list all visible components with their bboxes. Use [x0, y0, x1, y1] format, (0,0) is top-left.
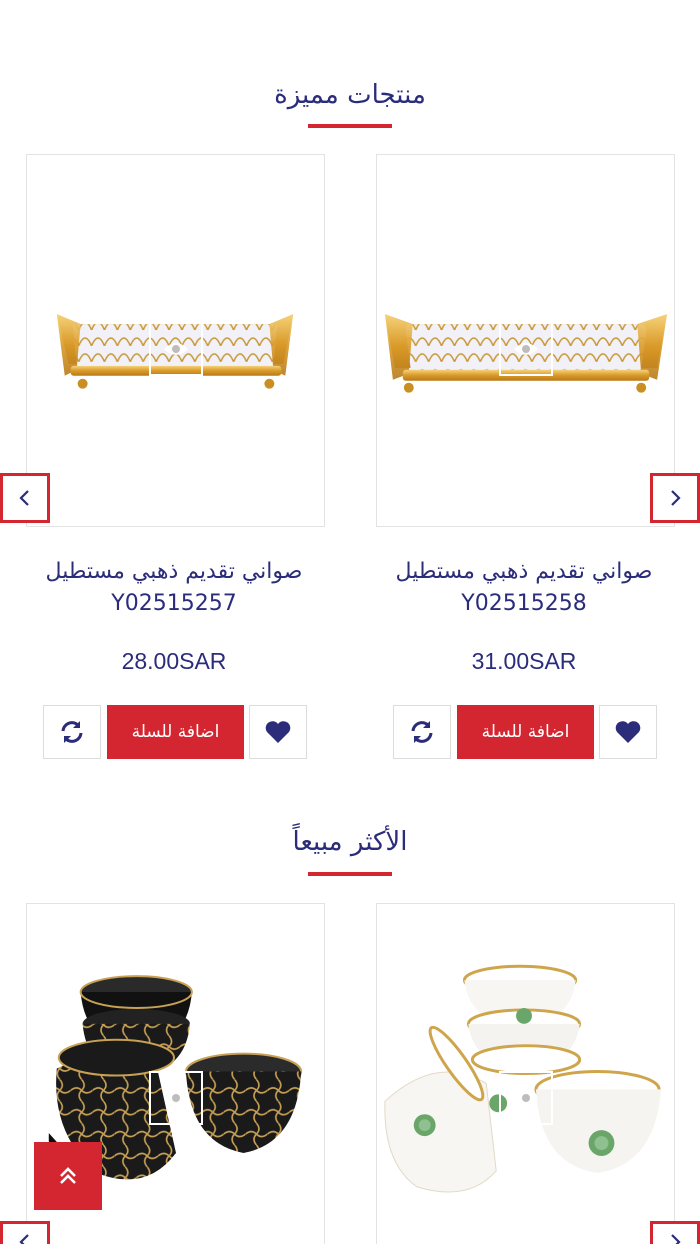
carousel-next-button[interactable]: [650, 1221, 700, 1244]
eye-icon: [164, 1092, 188, 1104]
chevron-left-icon: [19, 1234, 29, 1244]
refresh-icon: [411, 721, 433, 743]
section-title-featured: منتجات مميزة: [274, 80, 426, 110]
eye-icon: [514, 343, 538, 355]
eye-icon: [164, 343, 188, 355]
wishlist-button[interactable]: [249, 705, 307, 759]
compare-button[interactable]: [43, 705, 101, 759]
product-card[interactable]: [376, 903, 675, 1244]
quick-view-button[interactable]: [149, 322, 203, 376]
title-underline: [308, 124, 392, 128]
title-underline: [308, 872, 392, 876]
wishlist-button[interactable]: [599, 705, 657, 759]
carousel-prev-button[interactable]: [0, 1221, 50, 1244]
refresh-icon: [61, 721, 83, 743]
quick-view-button[interactable]: [499, 1071, 553, 1125]
carousel-next-button[interactable]: [650, 473, 700, 523]
chevron-right-icon: [671, 490, 681, 506]
product-name[interactable]: صواني تقديم ذهبي مستطيل Y02515257: [9, 556, 339, 620]
chevron-right-icon: [671, 1234, 681, 1244]
product-price: 28.00SAR: [121, 648, 227, 674]
double-chevron-up-icon: [60, 1167, 76, 1184]
quick-view-button[interactable]: [499, 322, 553, 376]
section-title-bestsellers: الأكثر مبيعاً: [292, 827, 408, 857]
product-name[interactable]: صواني تقديم ذهبي مستطيل Y02515258: [359, 556, 689, 620]
carousel-prev-button[interactable]: [0, 473, 50, 523]
scroll-to-top-button[interactable]: [34, 1142, 102, 1210]
heart-icon: [615, 721, 641, 743]
product-card[interactable]: [376, 154, 675, 527]
eye-icon: [514, 1092, 538, 1104]
add-to-cart-button[interactable]: اضافة للسلة: [107, 705, 244, 759]
heart-icon: [265, 721, 291, 743]
product-card[interactable]: [26, 154, 325, 527]
quick-view-button[interactable]: [149, 1071, 203, 1125]
add-to-cart-button[interactable]: اضافة للسلة: [457, 705, 594, 759]
chevron-left-icon: [19, 490, 29, 506]
compare-button[interactable]: [393, 705, 451, 759]
product-price: 31.00SAR: [471, 648, 577, 674]
